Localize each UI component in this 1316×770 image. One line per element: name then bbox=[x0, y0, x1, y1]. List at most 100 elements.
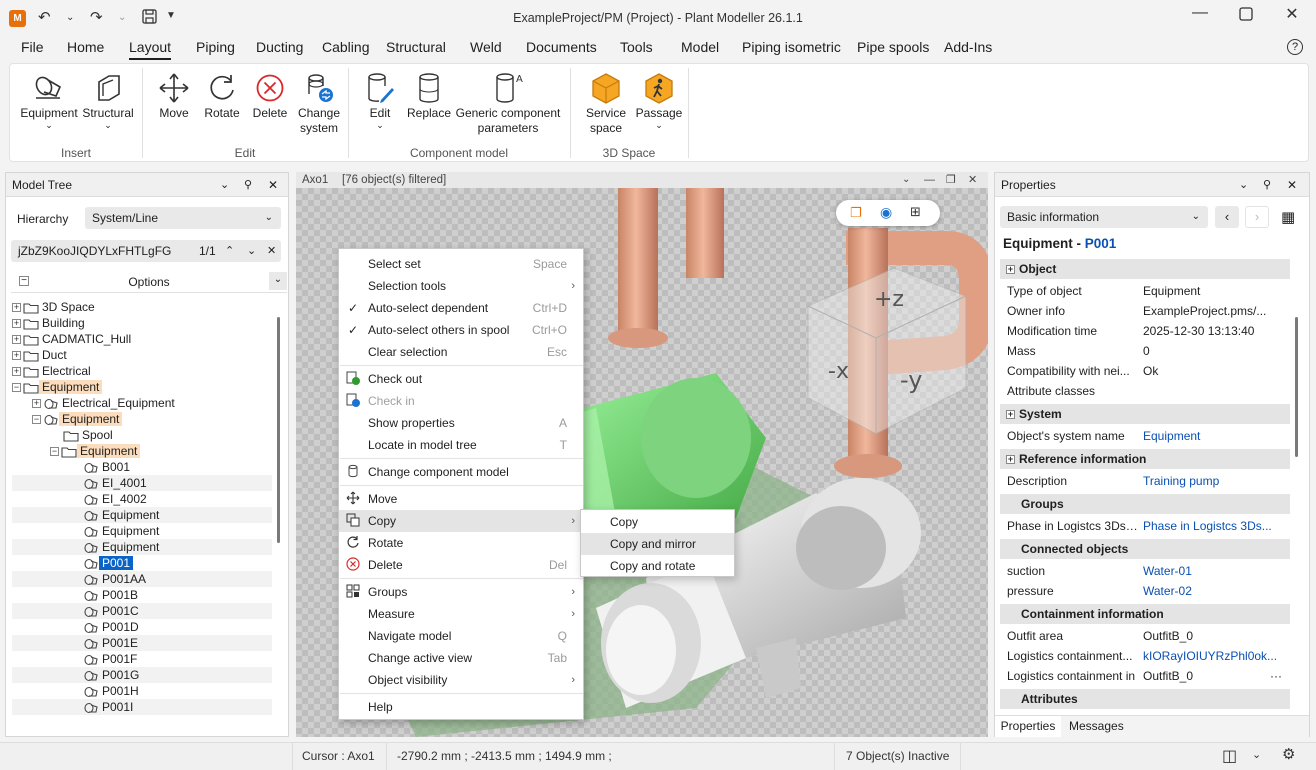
context-menu-item-measure[interactable]: Measure › bbox=[339, 603, 583, 625]
tree-item[interactable]: − Equipment bbox=[12, 443, 272, 459]
tree-item[interactable]: P001 bbox=[12, 555, 272, 571]
tree-item[interactable]: P001E bbox=[12, 635, 272, 651]
more-options-icon[interactable]: ··· bbox=[1270, 666, 1282, 686]
property-section-containment-information[interactable]: Containment information bbox=[1000, 604, 1290, 624]
viewport-minimize-icon[interactable]: — bbox=[924, 172, 935, 188]
context-menu-item-locate-in-model-tree[interactable]: Locate in model tree T bbox=[339, 434, 583, 456]
panel-close-icon[interactable]: ✕ bbox=[1287, 173, 1297, 197]
menu-cabling[interactable]: Cabling bbox=[322, 39, 369, 55]
context-menu-item-select-set[interactable]: Select set Space bbox=[339, 253, 583, 275]
expand-icon[interactable]: + bbox=[12, 335, 21, 345]
property-value[interactable]: Phase in Logistcs 3Ds... bbox=[1143, 516, 1283, 536]
tree-item[interactable]: P001F bbox=[12, 651, 272, 667]
tree-item[interactable]: P001H bbox=[12, 683, 272, 699]
menu-layout[interactable]: Layout bbox=[129, 39, 172, 60]
context-menu-item-auto-select-others-in-spool[interactable]: ✓ Auto-select others in spool Ctrl+O bbox=[339, 319, 583, 341]
property-value[interactable]: Water-02 bbox=[1143, 581, 1283, 601]
menu-file[interactable]: File bbox=[21, 39, 44, 55]
properties-view-select[interactable]: Basic information ⌄ bbox=[1000, 206, 1208, 228]
tree-scrollbar[interactable] bbox=[277, 317, 280, 543]
settings-icon[interactable]: ⚙ bbox=[1282, 745, 1295, 763]
tree-item[interactable]: P001C bbox=[12, 603, 272, 619]
property-row[interactable]: Mass 0 bbox=[1000, 341, 1290, 361]
property-value[interactable]: Equipment bbox=[1143, 426, 1283, 446]
tree-item[interactable]: +3D Space bbox=[12, 299, 272, 315]
menu-piping-isometric[interactable]: Piping isometric bbox=[742, 39, 841, 55]
visibility-settings-icon[interactable]: ◉ bbox=[880, 204, 892, 221]
viewport-close-icon[interactable]: ✕ bbox=[968, 172, 977, 188]
pin-icon[interactable]: ⚲ bbox=[1263, 173, 1271, 197]
property-row[interactable]: Description Training pump bbox=[1000, 471, 1290, 491]
property-section-groups[interactable]: Groups bbox=[1000, 494, 1290, 514]
close-icon[interactable]: ✕ bbox=[1272, 4, 1312, 24]
tab-messages[interactable]: Messages bbox=[1069, 716, 1124, 737]
property-row[interactable]: Owner info ExampleProject.pms/... bbox=[1000, 301, 1290, 321]
collapse-icon[interactable]: − bbox=[32, 415, 41, 425]
property-row[interactable]: Logistics containment... kIORayIOIUYRzPhl… bbox=[1000, 646, 1290, 666]
submenu-item-copy[interactable]: Copy bbox=[581, 511, 734, 533]
search-clear-icon[interactable]: ✕ bbox=[267, 240, 276, 262]
menu-piping[interactable]: Piping bbox=[196, 39, 235, 55]
equipment-button[interactable]: Equipment ⌄ bbox=[18, 70, 80, 130]
context-menu-item-clear-selection[interactable]: Clear selection Esc bbox=[339, 341, 583, 363]
context-menu-item-delete[interactable]: Delete Del bbox=[339, 554, 583, 576]
property-section-object[interactable]: + Object bbox=[1000, 259, 1290, 279]
menu-structural[interactable]: Structural bbox=[386, 39, 446, 55]
edit-button[interactable]: Edit ⌄ bbox=[358, 70, 402, 130]
property-row[interactable]: Modification time 2025-12-30 13:13:40 bbox=[1000, 321, 1290, 341]
tab-properties[interactable]: Properties bbox=[995, 716, 1061, 737]
layout-icon[interactable]: ◫ bbox=[1222, 746, 1237, 766]
property-section-system[interactable]: + System bbox=[1000, 404, 1290, 424]
help-icon[interactable]: ? bbox=[1287, 39, 1303, 55]
move-button[interactable]: Move bbox=[152, 70, 196, 121]
context-menu-item-change-component-model[interactable]: Change component model bbox=[339, 461, 583, 483]
search-next-icon[interactable]: ⌄ bbox=[247, 240, 256, 262]
view-cube-icon[interactable]: ❐ bbox=[850, 205, 862, 221]
passage-button[interactable]: Passage ⌄ bbox=[634, 70, 684, 130]
change-system-button[interactable]: Change system bbox=[294, 70, 344, 136]
grid-view-icon[interactable]: ▦ bbox=[1281, 208, 1295, 226]
delete-button[interactable]: Delete bbox=[248, 70, 292, 121]
submenu-item-copy-and-rotate[interactable]: Copy and rotate bbox=[581, 555, 734, 577]
menu-pipe-spools[interactable]: Pipe spools bbox=[857, 39, 929, 55]
replace-button[interactable]: Replace bbox=[404, 70, 454, 121]
menu-ducting[interactable]: Ducting bbox=[256, 39, 303, 55]
property-section-reference-information[interactable]: + Reference information bbox=[1000, 449, 1290, 469]
tree-item[interactable]: EI_4001 bbox=[12, 475, 272, 491]
panel-close-icon[interactable]: ✕ bbox=[268, 173, 278, 197]
property-section-connected-objects[interactable]: Connected objects bbox=[1000, 539, 1290, 559]
tree-item[interactable]: P001D bbox=[12, 619, 272, 635]
tree-item[interactable]: P001B bbox=[12, 587, 272, 603]
menu-weld[interactable]: Weld bbox=[470, 39, 502, 55]
context-menu-item-groups[interactable]: Groups › bbox=[339, 581, 583, 603]
layout-dropdown-icon[interactable]: ⌄ bbox=[1252, 748, 1261, 761]
search-prev-icon[interactable]: ⌃ bbox=[225, 240, 234, 262]
collapse-icon[interactable]: − bbox=[50, 447, 59, 457]
expand-icon[interactable]: + bbox=[1006, 265, 1015, 275]
expand-icon[interactable]: + bbox=[12, 303, 21, 313]
context-menu-item-object-visibility[interactable]: Object visibility › bbox=[339, 669, 583, 691]
menu-documents[interactable]: Documents bbox=[526, 39, 597, 55]
property-value[interactable]: kIORayIOIUYRzPhl0ok... bbox=[1143, 646, 1283, 666]
context-menu-item-change-active-view[interactable]: Change active view Tab bbox=[339, 647, 583, 669]
menu-home[interactable]: Home bbox=[67, 39, 104, 55]
viewport-restore-icon[interactable]: ❐ bbox=[946, 172, 956, 188]
prev-object-icon[interactable]: ‹ bbox=[1215, 206, 1239, 228]
tree-item[interactable]: + Electrical_Equipment bbox=[12, 395, 272, 411]
panel-dropdown-icon[interactable]: ⌄ bbox=[220, 173, 229, 197]
property-value[interactable]: Training pump bbox=[1143, 471, 1283, 491]
property-row[interactable]: Attribute classes bbox=[1000, 381, 1290, 401]
expand-icon[interactable]: + bbox=[1006, 410, 1015, 420]
tree-item[interactable]: P001I bbox=[12, 699, 272, 715]
options-dropdown-icon[interactable]: ⌄ bbox=[269, 272, 287, 290]
tree-item[interactable]: − Equipment bbox=[12, 411, 272, 427]
generic-component-parameters-button[interactable]: A Generic component parameters bbox=[454, 70, 562, 136]
options-label[interactable]: Options bbox=[11, 275, 287, 289]
next-object-icon[interactable]: › bbox=[1245, 206, 1269, 228]
tree-search-input[interactable]: jZbZ9KooJIQDYLxFHTLgFG 1/1 ⌃ ⌄ ✕ bbox=[11, 240, 281, 262]
property-row[interactable]: Compatibility with nei... Ok bbox=[1000, 361, 1290, 381]
collapse-icon[interactable]: − bbox=[12, 383, 21, 393]
tree-item[interactable]: Equipment bbox=[12, 507, 272, 523]
menu-add-ins[interactable]: Add-Ins bbox=[944, 39, 992, 55]
menu-model[interactable]: Model bbox=[681, 39, 719, 55]
